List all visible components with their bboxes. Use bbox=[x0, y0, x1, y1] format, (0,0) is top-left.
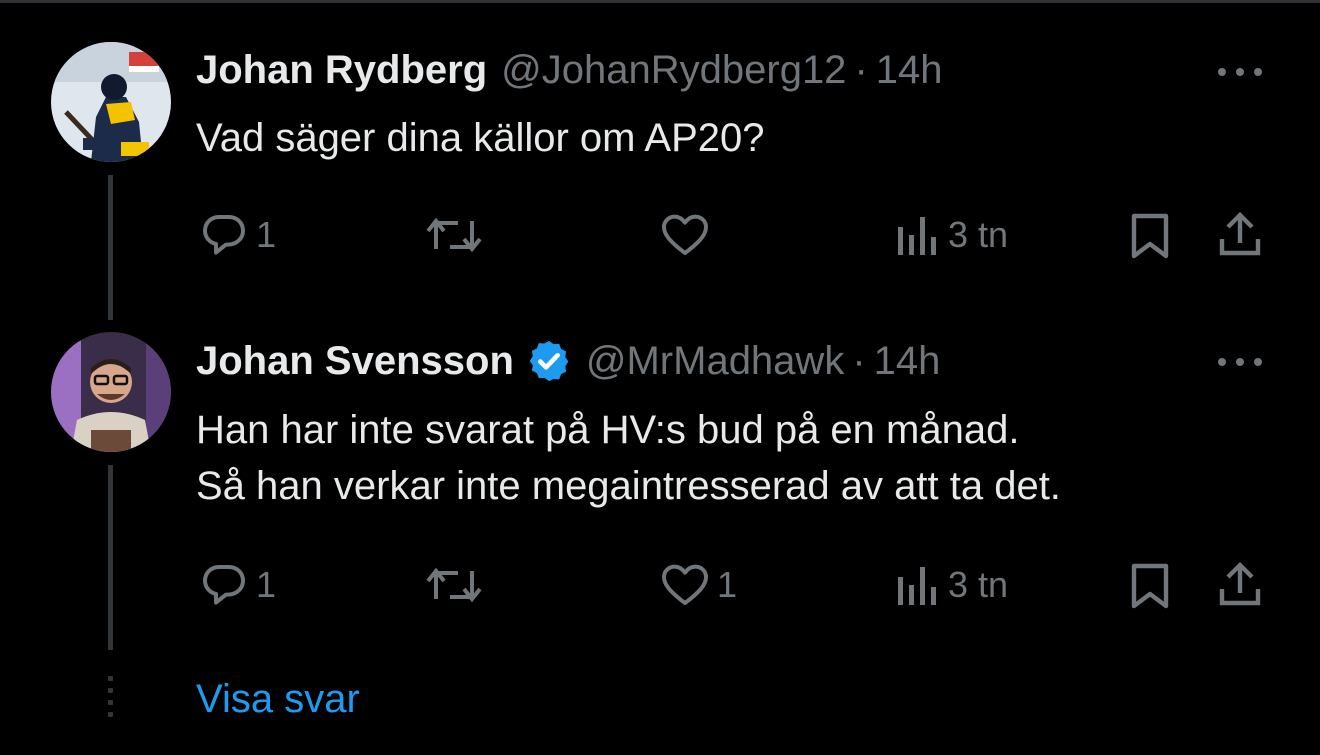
author-handle[interactable]: @MrMadhawk bbox=[586, 339, 844, 384]
conversation-thread: Johan Rydberg @JohanRydberg12 · 14h Vad … bbox=[0, 0, 1320, 755]
retweet-icon bbox=[426, 567, 482, 603]
show-replies-link[interactable]: Visa svar bbox=[196, 677, 360, 722]
tweet-header: Johan Rydberg @JohanRydberg12 · 14h bbox=[196, 48, 943, 93]
retweet-button[interactable] bbox=[426, 213, 490, 257]
tweet-text-line: Han har inte svarat på HV:s bud på en må… bbox=[196, 408, 1020, 452]
separator: · bbox=[852, 338, 866, 383]
share-button[interactable] bbox=[1218, 561, 1262, 607]
views-count: 3 tn bbox=[948, 564, 1009, 605]
reply-button[interactable]: 1 bbox=[200, 563, 276, 607]
bookmark-button[interactable] bbox=[1130, 213, 1170, 259]
share-icon bbox=[1219, 211, 1261, 256]
like-icon bbox=[662, 564, 708, 605]
author-name[interactable]: Johan Svensson bbox=[196, 339, 514, 384]
divider bbox=[0, 0, 1320, 3]
reply-count: 1 bbox=[256, 564, 277, 605]
thread-line bbox=[108, 465, 113, 650]
author-handle[interactable]: @JohanRydberg12 bbox=[501, 48, 846, 93]
reply-icon bbox=[203, 215, 245, 255]
author-name[interactable]: Johan Rydberg bbox=[196, 48, 487, 93]
tweet-header: Johan Svensson @MrMadhawk · 14h bbox=[196, 338, 940, 384]
avatar[interactable] bbox=[51, 42, 171, 162]
separator: · bbox=[854, 48, 868, 92]
views-button[interactable]: 3 tn bbox=[896, 213, 1008, 257]
more-icon[interactable] bbox=[1216, 62, 1266, 82]
thread-dots bbox=[108, 676, 113, 724]
more-icon[interactable] bbox=[1216, 352, 1266, 372]
reply-count: 1 bbox=[256, 214, 277, 255]
avatar[interactable] bbox=[51, 332, 171, 452]
tweet-text-line: Vad säger dina källor om AP20? bbox=[196, 116, 765, 160]
bookmark-icon bbox=[1131, 213, 1169, 259]
retweet-icon bbox=[426, 217, 482, 253]
tweet-text: Han har inte svarat på HV:s bud på en må… bbox=[196, 402, 1061, 514]
timestamp[interactable]: 14h bbox=[876, 48, 943, 93]
man-with-glasses-avatar-icon bbox=[51, 332, 171, 452]
like-button[interactable] bbox=[661, 213, 717, 257]
like-count: 1 bbox=[717, 564, 738, 605]
tweet-text: Vad säger dina källor om AP20? bbox=[196, 110, 765, 166]
views-icon bbox=[898, 217, 936, 255]
like-button[interactable]: 1 bbox=[661, 563, 737, 607]
verified-badge-icon[interactable] bbox=[526, 338, 572, 384]
views-count: 3 tn bbox=[948, 214, 1009, 255]
reply-icon bbox=[203, 565, 245, 605]
bookmark-icon bbox=[1131, 563, 1169, 609]
timestamp[interactable]: 14h bbox=[874, 339, 941, 384]
reply-button[interactable]: 1 bbox=[200, 213, 276, 257]
views-icon bbox=[898, 567, 936, 605]
thread-line bbox=[108, 175, 113, 320]
bookmark-button[interactable] bbox=[1130, 563, 1170, 609]
hockey-player-avatar-icon bbox=[51, 42, 171, 162]
share-icon bbox=[1219, 561, 1261, 606]
share-button[interactable] bbox=[1218, 211, 1262, 257]
retweet-button[interactable] bbox=[426, 563, 490, 607]
like-icon bbox=[662, 214, 708, 255]
views-button[interactable]: 3 tn bbox=[896, 563, 1008, 607]
tweet-text-line: Så han verkar inte megaintresserad av at… bbox=[196, 464, 1061, 508]
